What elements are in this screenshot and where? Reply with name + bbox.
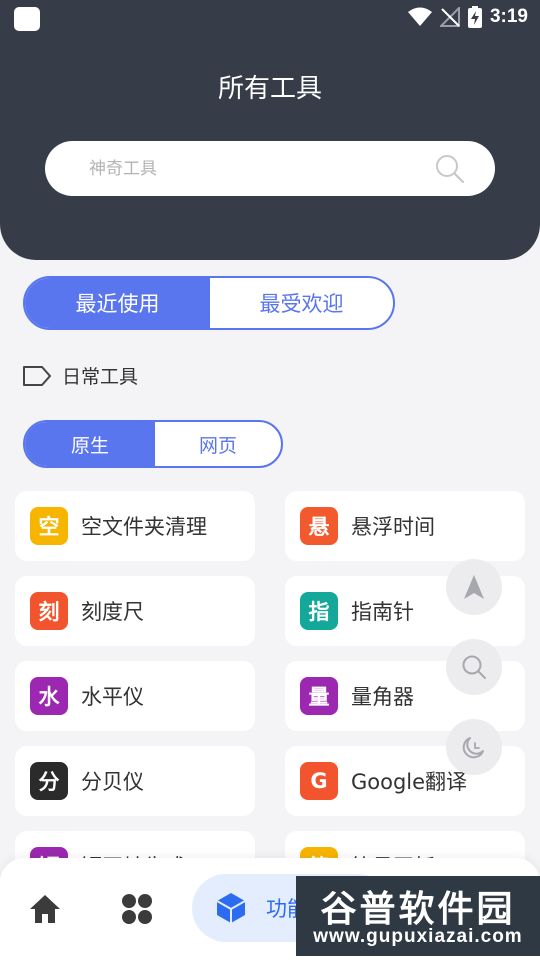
- tool-card[interactable]: 悬 悬浮时间: [285, 491, 525, 561]
- no-signal-icon: [439, 7, 460, 27]
- tool-label: 分贝仪: [81, 770, 144, 794]
- status-icons: 3:19: [407, 6, 528, 28]
- tool-badge: 悬: [300, 507, 338, 545]
- tool-card[interactable]: 刻 刻度尺: [15, 576, 255, 646]
- tool-label: 悬浮时间: [351, 515, 435, 539]
- tool-badge: 空: [30, 507, 68, 545]
- tool-badge: G: [300, 762, 338, 800]
- tab-recent[interactable]: 最近使用: [25, 278, 210, 328]
- night-mode-icon: [462, 737, 484, 759]
- tool-badge: 分: [30, 762, 68, 800]
- night-mode-button[interactable]: [446, 719, 502, 775]
- status-time: 3:19: [489, 6, 528, 27]
- page-title: 所有工具: [217, 74, 322, 104]
- tool-badge: 刻: [30, 592, 68, 630]
- search-bar[interactable]: [45, 141, 495, 196]
- tool-badge: 指: [300, 592, 338, 630]
- type-tabs: 原生 网页: [23, 420, 283, 468]
- tool-card[interactable]: 分 分贝仪: [15, 746, 255, 816]
- search-input[interactable]: [89, 141, 419, 196]
- tab-native[interactable]: 原生: [25, 422, 155, 466]
- wifi-icon: [407, 7, 432, 26]
- tool-label: 空文件夹清理: [81, 515, 207, 539]
- tool-label: 水平仪: [81, 685, 144, 709]
- header: 3:19 所有工具: [0, 0, 540, 260]
- navigate-button[interactable]: [446, 559, 502, 615]
- watermark-title: 谷普软件园: [320, 889, 516, 930]
- home-icon[interactable]: [28, 892, 62, 926]
- section-label: 日常工具: [62, 366, 139, 388]
- tag-icon: [23, 365, 51, 386]
- app-notification-icon: [14, 7, 40, 31]
- watermark-url: www.gupuxiazai.com: [313, 926, 523, 947]
- apps-icon[interactable]: [120, 892, 154, 926]
- search-icon: [462, 655, 486, 679]
- tab-web[interactable]: 网页: [155, 422, 281, 466]
- tool-badge: 水: [30, 677, 68, 715]
- section-header: 日常工具: [22, 362, 138, 389]
- tab-popular[interactable]: 最受欢迎: [210, 278, 393, 328]
- tool-badge: 量: [300, 677, 338, 715]
- tool-label: 指南针: [351, 600, 414, 624]
- watermark-logo: 谷普软件园 www.gupuxiazai.com: [296, 876, 540, 956]
- tool-card[interactable]: 空 空文件夹清理: [15, 491, 255, 561]
- cube-icon: [216, 893, 246, 923]
- fab-search-button[interactable]: [446, 639, 502, 695]
- sort-tabs: 最近使用 最受欢迎: [23, 276, 395, 330]
- status-bar: 3:19: [0, 0, 540, 36]
- search-icon[interactable]: [435, 154, 465, 184]
- tool-label: 刻度尺: [81, 600, 144, 624]
- tool-card[interactable]: 水 水平仪: [15, 661, 255, 731]
- battery-charging-icon: [467, 6, 482, 28]
- tool-label: Google翻译: [351, 770, 468, 794]
- navigation-arrow-icon: [464, 575, 484, 599]
- tool-label: 量角器: [351, 685, 414, 709]
